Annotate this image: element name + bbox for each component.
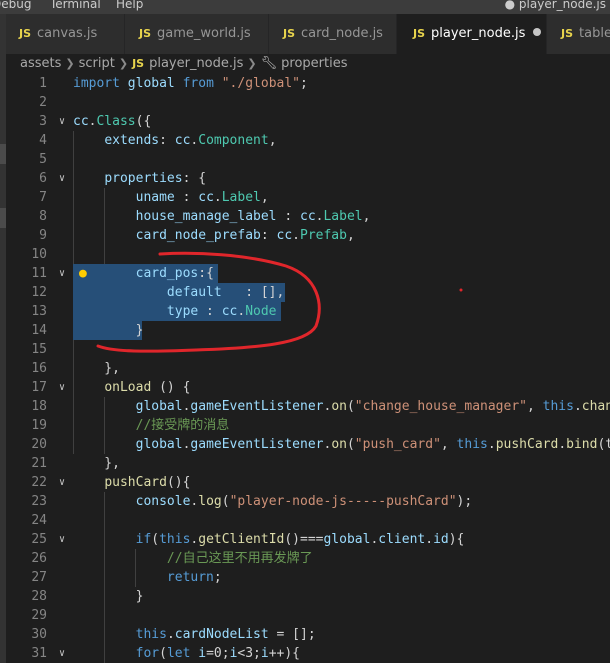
editor-tabs: JS canvas.js JS game_world.js JS card_node.…: [6, 14, 610, 54]
js-file-icon: JS: [283, 27, 296, 40]
js-file-icon: JS: [561, 27, 574, 40]
menu-terminal[interactable]: Terminal: [50, 0, 101, 10]
tab-label: table_: [579, 26, 610, 41]
tab-card-node-js[interactable]: JS card_node.js: [269, 14, 397, 54]
unsaved-dot-icon[interactable]: [533, 28, 542, 36]
tab-label: game_world.js: [157, 26, 251, 41]
menu-bar: Debug Terminal Help ● player_node.js: [0, 0, 610, 14]
breadcrumb-file[interactable]: player_node.js: [149, 54, 243, 74]
tab-table-js[interactable]: JS table_: [547, 14, 610, 54]
tab-game-world-js[interactable]: JS game_world.js: [125, 14, 269, 54]
tab-canvas-js[interactable]: JS canvas.js: [6, 14, 125, 54]
code-editor[interactable]: 1 import global from "./global"; 2 3 ∨ cc.Cla…: [6, 74, 610, 663]
tab-label: card_node.js: [301, 26, 383, 41]
js-file-icon: JS: [413, 27, 426, 40]
tab-label: player_node.js: [431, 26, 526, 41]
js-file-icon: JS: [139, 27, 152, 40]
red-dot-annotation: [459, 288, 463, 292]
chevron-right-icon: ❯: [247, 57, 257, 70]
red-annotation-overlay: [96, 251, 463, 353]
js-file-icon: JS: [19, 27, 32, 40]
js-file-icon: JS: [132, 57, 145, 70]
red-circle-annotation: [96, 251, 321, 353]
breadcrumb: assets ❯ script ❯ JS player_node.js ❯ 🔧︎ propert…: [6, 54, 610, 74]
wrench-icon: 🔧︎: [260, 56, 278, 71]
tab-label: canvas.js: [37, 26, 98, 41]
breadcrumb-properties[interactable]: properties: [281, 54, 347, 74]
chevron-right-icon: ❯: [65, 57, 75, 70]
tab-player-node-js[interactable]: JS player_node.js: [397, 14, 547, 54]
window-title: ● player_node.js: [504, 0, 606, 11]
chevron-right-icon: ❯: [118, 57, 129, 70]
menu-help[interactable]: Help: [116, 0, 143, 10]
breadcrumb-script[interactable]: script: [79, 54, 115, 74]
menu-debug[interactable]: Debug: [0, 0, 31, 10]
breadcrumb-assets[interactable]: assets: [20, 54, 61, 74]
